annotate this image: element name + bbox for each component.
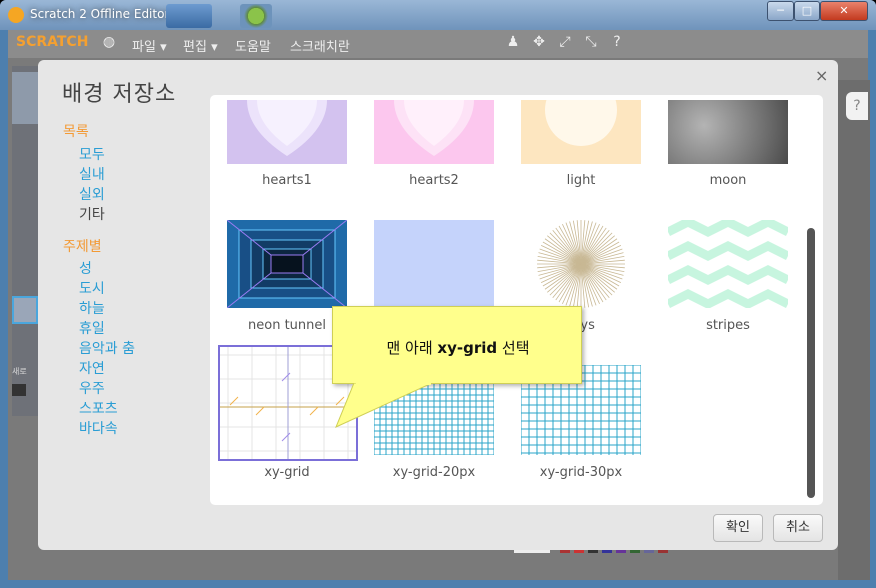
menu-file[interactable]: 파일 ▾ xyxy=(132,36,167,55)
menu-about[interactable]: 스크래치란 xyxy=(290,36,350,55)
backdrop-library-dialog: 배경 저장소 × 목록 모두 실내 실외 기타 주제별 성 도시 하늘 휴일 음… xyxy=(38,60,838,550)
help-tab-button[interactable]: ? xyxy=(846,92,868,120)
backdrop-label: xy-grid-30px xyxy=(539,465,623,480)
backdrop-label: light xyxy=(566,173,596,188)
shrink-icon[interactable]: ⤡ xyxy=(582,34,600,52)
theme-city[interactable]: 도시 xyxy=(79,278,105,298)
menu-file-label: 파일 xyxy=(132,40,156,55)
minimize-button[interactable]: ─ xyxy=(767,1,794,21)
rays-icon xyxy=(537,220,625,308)
theme-underwater[interactable]: 바다속 xyxy=(79,418,118,438)
chevron-down-icon: ▾ xyxy=(211,40,218,55)
window-title: Scratch 2 Offline Editor xyxy=(30,7,170,21)
category-other[interactable]: 기타 xyxy=(79,204,105,224)
backdrop-label: hearts1 xyxy=(262,173,312,188)
image-icon[interactable] xyxy=(12,384,26,396)
title-bar: Scratch 2 Offline Editor ─ □ ✕ xyxy=(0,0,876,30)
backdrop-thumb xyxy=(374,100,494,164)
cut-icon[interactable]: ✥ xyxy=(530,34,548,52)
menu-bar: SCRATCH ◍ 파일 ▾ 편집 ▾ 도움말 스크래치란 ♟ ✥ ⤢ ⤡ ? xyxy=(8,30,868,58)
callout-text: 맨 아래 xy-grid 선택 xyxy=(333,337,583,358)
heart-shape-icon xyxy=(247,100,327,156)
backdrop-label: xy-grid xyxy=(264,465,310,480)
callout-text-pre: 맨 아래 xyxy=(386,339,438,357)
theme-header: 주제별 xyxy=(63,239,102,255)
backdrop-thumb xyxy=(668,220,788,308)
backdrop-thumb xyxy=(227,100,347,164)
stamp-icon[interactable]: ♟ xyxy=(504,34,522,52)
scrollbar-thumb[interactable] xyxy=(807,228,815,498)
backdrop-label: stripes xyxy=(706,318,750,333)
taskbar-thumb-icon xyxy=(166,4,212,28)
theme-flying[interactable]: 하늘 xyxy=(79,298,105,318)
zigzag-stripes-icon xyxy=(668,220,788,308)
ok-button[interactable]: 확인 xyxy=(713,514,763,542)
category-outdoors[interactable]: 실외 xyxy=(79,184,105,204)
backdrop-thumb xyxy=(521,220,641,308)
stage-thumb[interactable] xyxy=(12,72,38,124)
category-indoors[interactable]: 실내 xyxy=(79,164,105,184)
callout-pointer xyxy=(335,383,433,428)
globe-icon[interactable]: ◍ xyxy=(100,34,118,52)
scratch-app-icon xyxy=(8,7,24,23)
theme-castle[interactable]: 성 xyxy=(79,258,92,278)
backdrop-label: xy-grid-20px xyxy=(392,465,476,480)
menu-edit[interactable]: 편집 ▾ xyxy=(183,36,218,55)
backdrop-grid: hearts1 hearts2 light moon neon tunnel s… xyxy=(210,95,823,505)
theme-music-dance[interactable]: 음악과 춤 xyxy=(79,338,135,358)
menu-help[interactable]: 도움말 xyxy=(235,36,271,55)
light-circle-icon xyxy=(545,100,617,146)
taskbar-thumb-icon xyxy=(240,4,272,28)
theme-holiday[interactable]: 휴일 xyxy=(79,318,105,338)
category-all[interactable]: 모두 xyxy=(79,144,105,164)
menu-edit-label: 편집 xyxy=(183,40,207,55)
instruction-callout: 맨 아래 xy-grid 선택 xyxy=(332,306,582,384)
sprite-panel: 새로 xyxy=(12,66,40,416)
app-window: Scratch 2 Offline Editor ─ □ ✕ SCRATCH ◍… xyxy=(0,0,876,588)
cancel-button[interactable]: 취소 xyxy=(773,514,823,542)
backdrop-thumb xyxy=(227,220,347,308)
category-header: 목록 xyxy=(63,124,89,140)
close-window-button[interactable]: ✕ xyxy=(820,1,868,21)
callout-text-post: 선택 xyxy=(497,339,530,357)
backdrop-label: moon xyxy=(709,173,747,188)
scratch-logo[interactable]: SCRATCH xyxy=(16,34,90,54)
dialog-title: 배경 저장소 xyxy=(62,82,177,107)
new-backdrop-label: 새로 xyxy=(12,367,27,376)
right-panel xyxy=(838,80,870,580)
help-icon[interactable]: ? xyxy=(608,34,626,52)
theme-sports[interactable]: 스포츠 xyxy=(79,398,118,418)
theme-nature[interactable]: 자연 xyxy=(79,358,105,378)
grow-icon[interactable]: ⤢ xyxy=(556,34,574,52)
backdrop-thumb xyxy=(668,100,788,164)
callout-bold-text: xy-grid xyxy=(437,339,498,357)
backdrop-thumb xyxy=(374,220,494,308)
backdrop-label: hearts2 xyxy=(409,173,459,188)
backdrop-thumb xyxy=(521,100,641,164)
close-icon[interactable]: × xyxy=(815,66,828,85)
heart-shape-icon xyxy=(394,100,474,156)
tunnel-icon xyxy=(227,220,347,308)
theme-space[interactable]: 우주 xyxy=(79,378,105,398)
selected-sprite-thumb[interactable] xyxy=(12,296,38,324)
maximize-button[interactable]: □ xyxy=(794,1,820,21)
chevron-down-icon: ▾ xyxy=(160,40,167,55)
